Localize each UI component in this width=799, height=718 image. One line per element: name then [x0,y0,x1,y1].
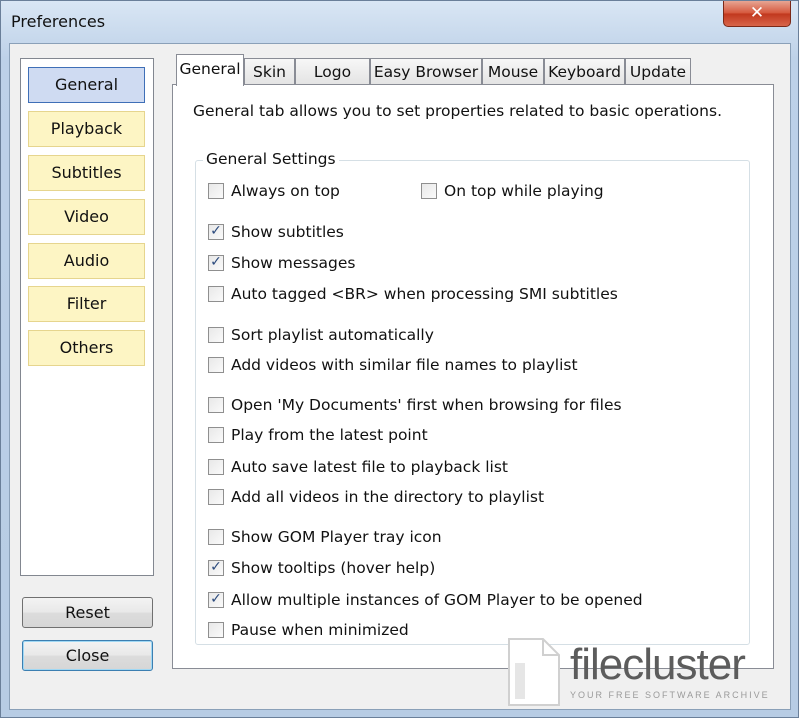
always-on-top-checkbox[interactable] [208,183,224,199]
tab-update[interactable]: Update [625,58,691,85]
title-bar[interactable]: Preferences ✕ [1,1,798,43]
auto-tagged-br-checkbox[interactable] [208,286,224,302]
sidebar-item-video[interactable]: Video [28,199,145,235]
tab-description: General tab allows you to set properties… [193,102,722,120]
show-tooltips-label: Show tooltips (hover help) [231,559,436,577]
show-tooltips-checkbox[interactable]: ✓ [208,560,224,576]
tab-mouse[interactable]: Mouse [482,58,544,85]
group-label: General Settings [203,150,339,168]
auto-save-latest-label: Auto save latest file to playback list [231,458,508,476]
filecluster-logo-icon [508,638,560,706]
auto-tagged-br-label: Auto tagged <BR> when processing SMI sub… [231,285,618,303]
show-subtitles-checkbox[interactable]: ✓ [208,224,224,240]
reset-button[interactable]: Reset [22,597,153,628]
show-messages-label: Show messages [231,254,356,272]
watermark-brand: filecluster [570,640,746,689]
close-button[interactable]: Close [22,640,153,671]
allow-multiple-instances-checkbox[interactable]: ✓ [208,592,224,608]
on-top-while-playing-label: On top while playing [444,182,604,200]
add-similar-videos-label: Add videos with similar file names to pl… [231,356,578,374]
tab-easy-browser[interactable]: Easy Browser [370,58,482,85]
sidebar-item-subtitles[interactable]: Subtitles [28,155,145,191]
category-sidebar: General Playback Subtitles Video Audio F… [20,58,154,576]
tab-general[interactable]: General [176,54,244,86]
show-subtitles-label: Show subtitles [231,223,344,241]
add-all-videos-label: Add all videos in the directory to playl… [231,488,545,506]
on-top-while-playing-checkbox[interactable] [421,183,437,199]
add-similar-videos-checkbox[interactable] [208,357,224,373]
sidebar-item-general[interactable]: General [28,67,145,103]
open-my-documents-checkbox[interactable] [208,397,224,413]
show-tray-icon-label: Show GOM Player tray icon [231,528,442,546]
open-my-documents-label: Open 'My Documents' first when browsing … [231,396,622,414]
always-on-top-label: Always on top [231,182,340,200]
tab-skin[interactable]: Skin [244,58,295,85]
play-latest-point-label: Play from the latest point [231,426,428,444]
sort-playlist-label: Sort playlist automatically [231,326,434,344]
sidebar-item-filter[interactable]: Filter [28,286,145,322]
allow-multiple-instances-label: Allow multiple instances of GOM Player t… [231,591,643,609]
auto-save-latest-checkbox[interactable] [208,459,224,475]
tab-keyboard[interactable]: Keyboard [544,58,625,85]
add-all-videos-checkbox[interactable] [208,489,224,505]
sidebar-item-others[interactable]: Others [28,330,145,366]
close-window-button[interactable]: ✕ [723,1,791,27]
watermark-tagline: YOUR FREE SOFTWARE ARCHIVE [570,690,770,700]
play-latest-point-checkbox[interactable] [208,427,224,443]
pause-when-minimized-label: Pause when minimized [231,621,409,639]
window-title: Preferences [11,12,106,31]
sidebar-item-playback[interactable]: Playback [28,111,145,147]
show-tray-icon-checkbox[interactable] [208,529,224,545]
sidebar-item-audio[interactable]: Audio [28,243,145,279]
show-messages-checkbox[interactable]: ✓ [208,255,224,271]
tab-logo[interactable]: Logo [295,58,370,85]
pause-when-minimized-checkbox[interactable] [208,622,224,638]
sort-playlist-checkbox[interactable] [208,327,224,343]
